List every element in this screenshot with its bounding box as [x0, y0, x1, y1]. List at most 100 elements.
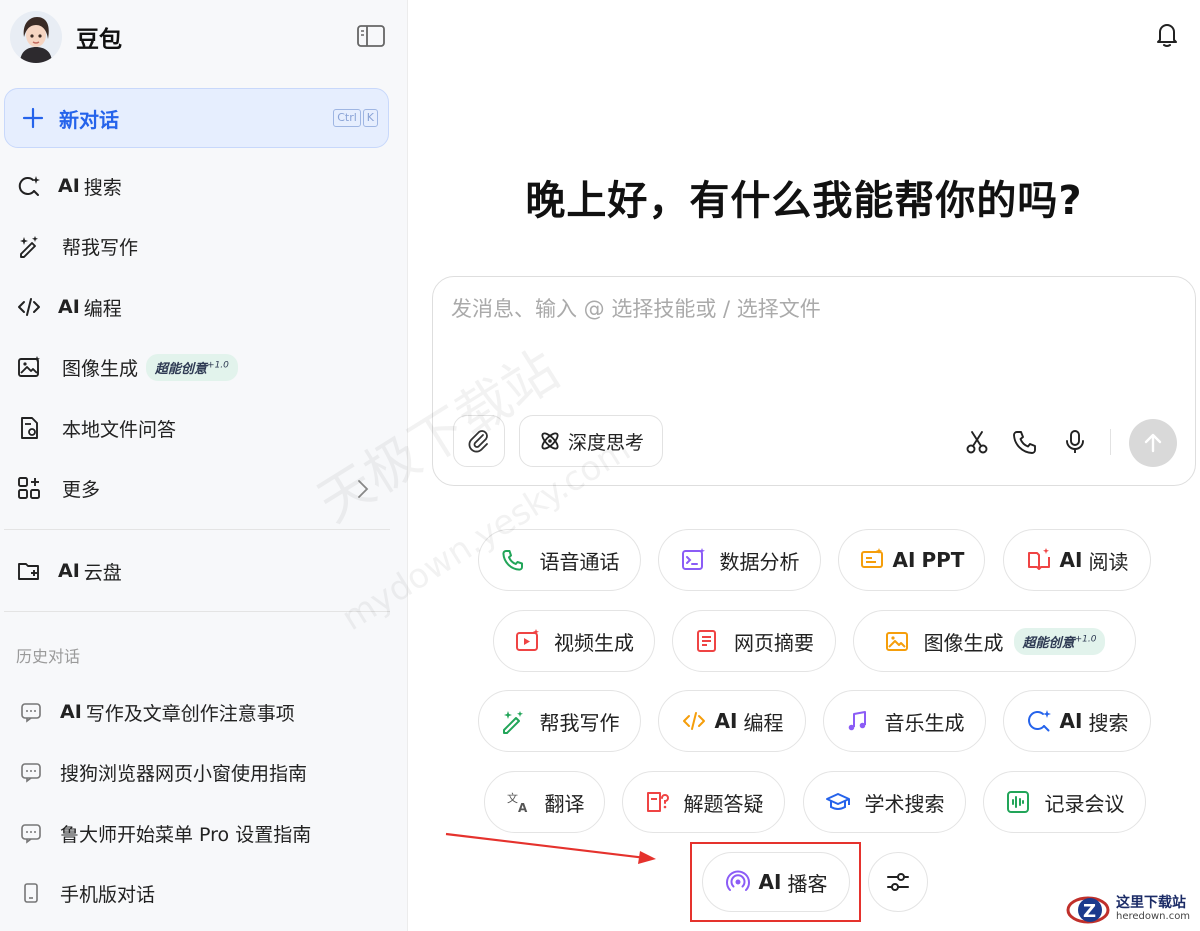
history-label: 写作及文章创作注意事项 — [85, 702, 295, 725]
phone-icon — [24, 883, 38, 903]
badge-version: +1.0 — [1074, 634, 1097, 645]
sidebar-collapse-button[interactable] — [356, 24, 386, 48]
chip-label: 阅读 — [1088, 549, 1129, 574]
phone-call-icon[interactable] — [1011, 428, 1039, 456]
sliders-icon — [887, 873, 909, 891]
chip-ai-coding[interactable]: AI 编程 — [658, 690, 806, 752]
book-icon — [1026, 547, 1052, 573]
chip-academic-search[interactable]: 学术搜索 — [803, 771, 966, 833]
chevron-right-icon[interactable] — [354, 478, 372, 500]
svg-text:文: 文 — [507, 791, 518, 805]
apps-icon — [16, 475, 42, 501]
toolbar-divider — [1110, 429, 1111, 455]
chip-label: 音乐生成 — [884, 710, 965, 735]
sidebar-item-writing[interactable]: 帮我写作 — [16, 226, 138, 266]
history-title: 历史对话 — [16, 647, 81, 666]
corner-logo-domain: heredown.com — [1116, 911, 1191, 922]
history-item[interactable]: 搜狗浏览器网页小窗使用指南 — [20, 755, 307, 789]
nav-label: 搜索 — [83, 176, 122, 199]
corner-logo-title: 这里下载站 — [1116, 895, 1186, 911]
history-item[interactable]: 手机版对话 — [20, 876, 155, 910]
history-item[interactable]: AI 写作及文章创作注意事项 — [20, 695, 295, 729]
brand[interactable]: 豆包 — [10, 10, 122, 64]
chip-ai-ppt[interactable]: AI PPT — [838, 529, 985, 591]
chip-label: 解题答疑 — [683, 791, 764, 816]
history-label: 手机版对话 — [60, 883, 156, 906]
avatar[interactable] — [10, 11, 62, 63]
chip-video-gen[interactable]: 视频生成 — [493, 610, 655, 672]
ppt-icon — [859, 547, 885, 573]
chip-writing[interactable]: 帮我写作 — [478, 690, 641, 752]
chip-problem-solving[interactable]: 解题答疑 — [622, 771, 785, 833]
chip-music-gen[interactable]: 音乐生成 — [823, 690, 986, 752]
new-chat-button[interactable]: 新对话 Ctrl K — [4, 88, 389, 148]
badge-version: +1.0 — [207, 360, 229, 371]
folder-plus-icon — [16, 558, 42, 584]
new-chat-shortcut: Ctrl K — [333, 109, 378, 127]
chip-ai-search[interactable]: AI 搜索 — [1003, 690, 1151, 752]
nav-label: 图像生成 — [62, 357, 139, 380]
chip-image-gen[interactable]: 图像生成 超能创意+1.0 — [853, 610, 1136, 672]
sidebar-item-more[interactable]: 更多 — [16, 468, 100, 508]
deep-think-label: 深度思考 — [568, 431, 645, 454]
feature-badge: 超能创意+1.0 — [146, 353, 238, 381]
sidebar-toggle-icon — [357, 25, 385, 47]
chip-voice-call[interactable]: 语音通话 — [478, 529, 641, 591]
kbd-k: K — [362, 109, 378, 127]
question-icon — [644, 789, 670, 815]
pen-sparkle-icon — [16, 233, 42, 259]
chip-translate[interactable]: 文A 翻译 — [484, 771, 605, 833]
ai-prefix: AI — [58, 175, 80, 197]
chip-web-summary[interactable]: 网页摘要 — [672, 610, 836, 672]
code-icon — [16, 294, 42, 320]
send-button[interactable] — [1129, 419, 1177, 467]
chip-meeting-notes[interactable]: 记录会议 — [983, 771, 1146, 833]
badge-text: 超能创意 — [155, 361, 208, 377]
chip-label: 搜索 — [1088, 710, 1129, 735]
message-input[interactable] — [451, 297, 1151, 321]
chip-ai-reading[interactable]: AI 阅读 — [1003, 529, 1151, 591]
sidebar-item-ai-search[interactable]: AI 搜索 — [16, 166, 122, 206]
attach-button[interactable] — [453, 415, 505, 467]
translate-icon: 文A — [505, 789, 531, 815]
chip-label: 图像生成 — [923, 630, 1004, 655]
chat-bubble-icon — [21, 824, 41, 844]
history-item[interactable]: 鲁大师开始菜单 Pro 设置指南 — [20, 816, 311, 850]
chip-label: 语音通话 — [539, 549, 620, 574]
new-chat-label: 新对话 — [59, 107, 119, 132]
microphone-icon[interactable] — [1061, 428, 1089, 456]
chip-data-analysis[interactable]: 数据分析 — [658, 529, 821, 591]
image-icon — [884, 628, 910, 654]
waveform-icon — [1005, 789, 1031, 815]
message-composer: 深度思考 — [432, 276, 1196, 486]
terminal-icon — [680, 547, 706, 573]
file-icon — [16, 415, 42, 441]
image-icon — [16, 354, 42, 380]
history-label: 搜狗浏览器网页小窗使用指南 — [60, 762, 308, 785]
atom-icon — [541, 432, 559, 450]
scissors-icon[interactable] — [963, 428, 991, 456]
sidebar-item-ai-cloud[interactable]: AI 云盘 — [16, 551, 122, 591]
svg-text:Z: Z — [1083, 901, 1096, 922]
search-sparkle-icon — [1026, 708, 1052, 734]
graduation-cap-icon — [825, 789, 851, 815]
deep-think-button[interactable]: 深度思考 — [519, 415, 664, 467]
chat-bubble-icon — [21, 703, 41, 723]
bell-icon[interactable] — [1154, 20, 1180, 48]
kbd-ctrl: Ctrl — [333, 109, 361, 127]
chip-label: 帮我写作 — [539, 710, 620, 735]
chip-label: 视频生成 — [554, 630, 634, 655]
corner-logo: Z 这里下载站 heredown.com — [1066, 892, 1190, 928]
sidebar-item-local-files[interactable]: 本地文件问答 — [16, 408, 176, 448]
ai-prefix: AI — [58, 296, 80, 318]
ai-prefix: AI — [58, 560, 80, 582]
doc-icon — [694, 628, 720, 654]
svg-text:A: A — [518, 801, 528, 815]
app-name: 豆包 — [76, 27, 122, 53]
nav-label: 编程 — [83, 297, 122, 320]
nav-label: 更多 — [62, 478, 101, 501]
skills-settings-button[interactable] — [868, 852, 928, 912]
sidebar-item-image-gen[interactable]: 图像生成 超能创意+1.0 — [16, 347, 238, 387]
chip-label: 学术搜索 — [864, 791, 945, 816]
sidebar-item-ai-coding[interactable]: AI 编程 — [16, 287, 122, 327]
